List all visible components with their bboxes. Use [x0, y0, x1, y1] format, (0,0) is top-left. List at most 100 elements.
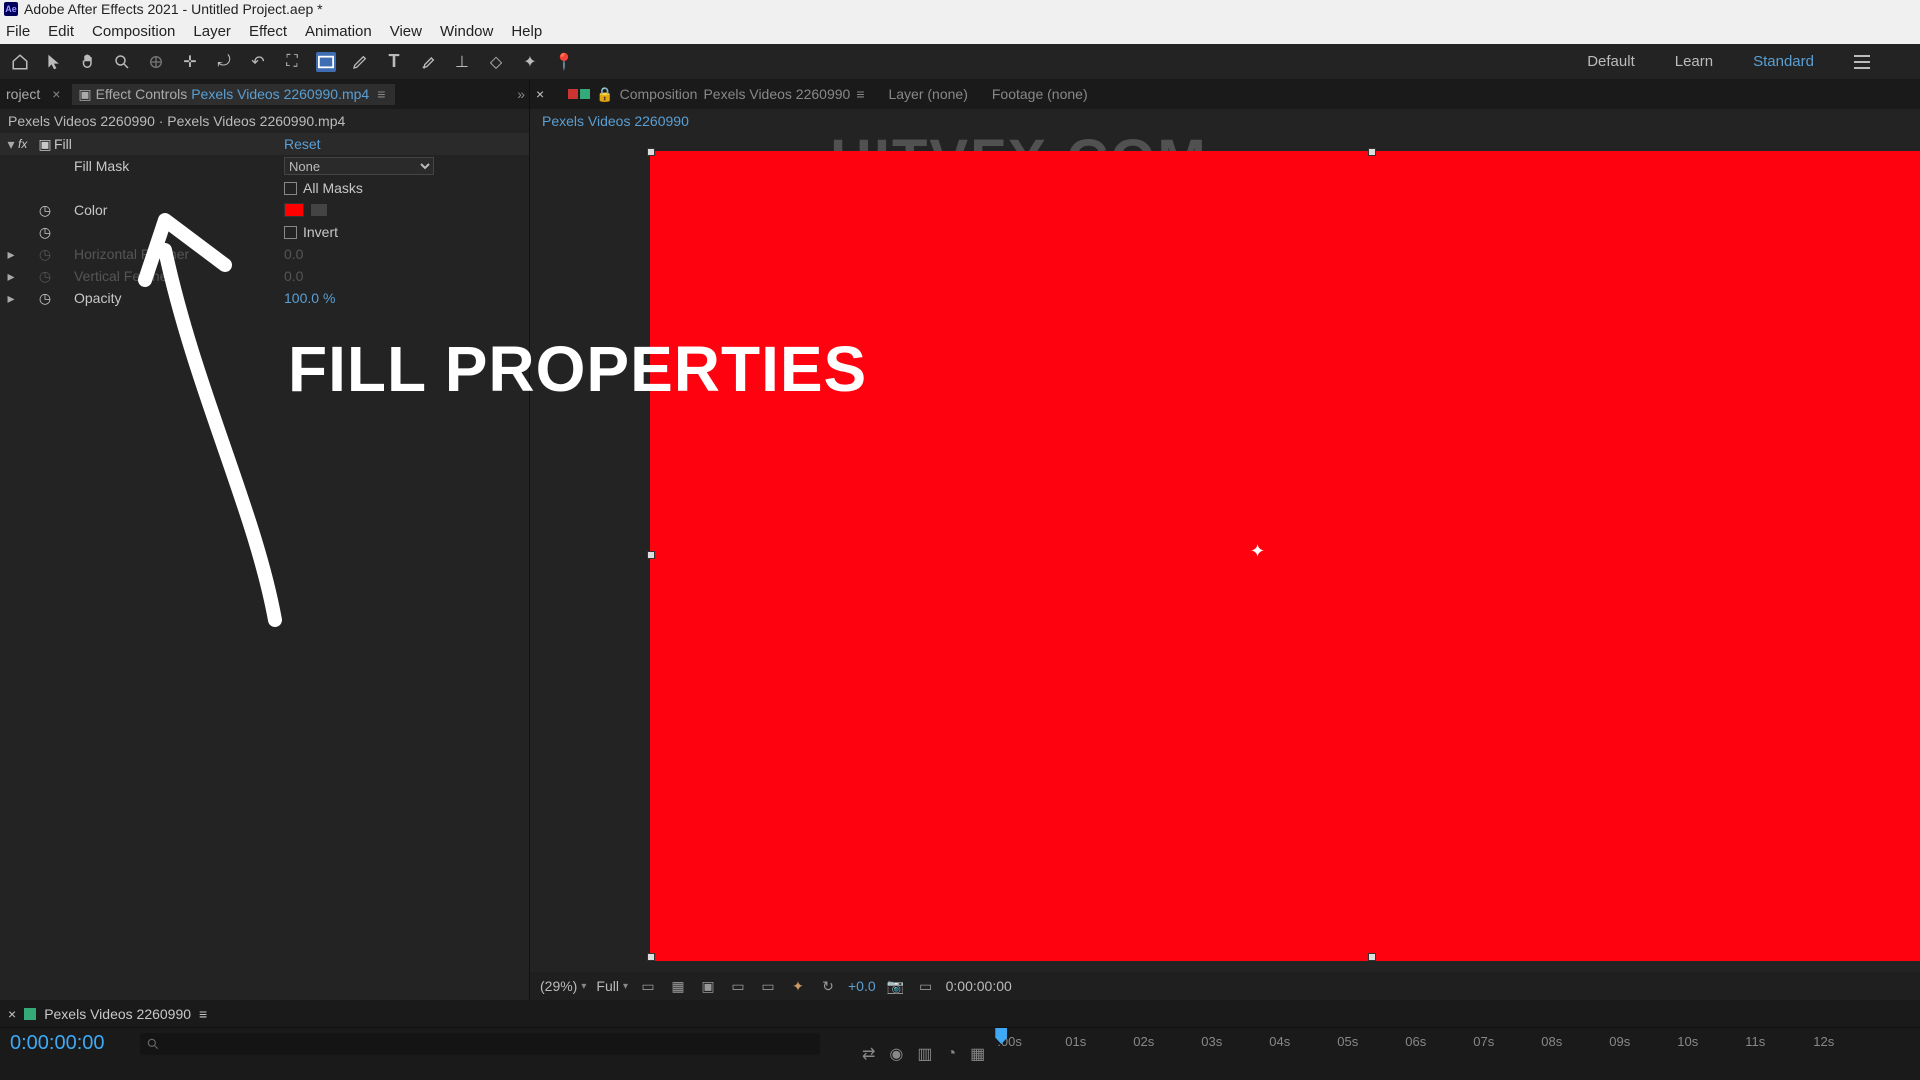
stopwatch-icon[interactable]: ◷: [36, 268, 54, 285]
effect-visibility-icon[interactable]: ▣: [36, 136, 54, 153]
tab-composition[interactable]: 🔒 Composition Pexels Videos 2260990 ≡: [568, 86, 864, 103]
graph-editor-icon[interactable]: ◔: [947, 1045, 957, 1063]
preview-time[interactable]: 0:00:00:00: [946, 978, 1012, 994]
color-swatch[interactable]: [284, 203, 304, 217]
rotate-tool-icon[interactable]: ✛: [180, 52, 200, 72]
brush-tool-icon[interactable]: [418, 52, 438, 72]
transparency-grid-icon[interactable]: ▦: [668, 978, 688, 994]
timeline-tab[interactable]: Pexels Videos 2260990: [44, 1006, 191, 1022]
workspace-learn[interactable]: Learn: [1675, 53, 1713, 70]
shy-toggle-icon[interactable]: ⇄: [862, 1044, 875, 1064]
workspace-standard[interactable]: Standard: [1753, 53, 1814, 70]
tab-layer[interactable]: Layer (none): [888, 86, 967, 102]
composition-viewer-panel: × 🔒 Composition Pexels Videos 2260990 ≡ …: [530, 79, 1920, 1000]
workspace-menu-icon[interactable]: [1854, 55, 1870, 69]
workspace-default[interactable]: Default: [1587, 53, 1635, 70]
menu-file[interactable]: File: [6, 23, 30, 40]
close-icon[interactable]: ×: [48, 86, 64, 102]
puppet-pin-icon[interactable]: 📍: [554, 52, 574, 72]
menu-effect[interactable]: Effect: [249, 23, 287, 40]
exposure-value[interactable]: +0.0: [848, 978, 876, 994]
stopwatch-icon[interactable]: ◷: [36, 290, 54, 307]
invert-checkbox[interactable]: [284, 226, 297, 239]
layer-bounding-box[interactable]: [650, 151, 1920, 961]
menu-layer[interactable]: Layer: [193, 23, 231, 40]
zoom-tool-icon[interactable]: [112, 52, 132, 72]
color-management-icon[interactable]: ✦: [788, 978, 808, 994]
stopwatch-icon[interactable]: ◷: [36, 202, 54, 219]
mask-visibility-icon[interactable]: ▣: [698, 978, 718, 994]
stopwatch-icon[interactable]: ◷: [36, 246, 54, 263]
pen-tool-icon[interactable]: [350, 52, 370, 72]
app-title: Adobe After Effects 2021: [24, 1, 179, 17]
anchor-point-icon[interactable]: ✦: [1250, 541, 1265, 562]
motion-blur-icon[interactable]: ▥: [917, 1044, 932, 1064]
hand-tool-icon[interactable]: [78, 52, 98, 72]
time-ruler[interactable]: :00s 01s 02s 03s 04s 05s 06s 07s 08s 09s…: [997, 1028, 1920, 1080]
effect-controls-panel: roject × ▣ Effect Controls Pexels Videos…: [0, 79, 530, 1000]
transform-handle[interactable]: [1368, 953, 1376, 961]
resolution-dropdown[interactable]: Full▾: [596, 978, 628, 994]
timeline-search[interactable]: [140, 1033, 820, 1055]
clone-stamp-icon[interactable]: ⊥: [452, 52, 472, 72]
eyedropper-icon[interactable]: [310, 203, 328, 217]
tool-bar: ✛ ⤾ ↶ ⛶ T ⊥ ◇ ✦ 📍 Default Learn Standard: [0, 44, 1920, 79]
expand-icon[interactable]: »: [517, 86, 523, 102]
fill-mask-dropdown[interactable]: None: [284, 157, 434, 175]
fx-badge-icon[interactable]: fx: [18, 137, 36, 151]
mask-tool-icon[interactable]: ⛶: [282, 52, 302, 72]
menu-help[interactable]: Help: [511, 23, 542, 40]
home-icon[interactable]: [10, 52, 30, 72]
close-icon[interactable]: ×: [536, 86, 544, 102]
camera-tool-icon[interactable]: ⤾: [214, 52, 234, 72]
opacity-value[interactable]: 100.0 %: [284, 290, 335, 306]
tab-effect-controls[interactable]: ▣ Effect Controls Pexels Videos 2260990.…: [72, 84, 395, 105]
show-snapshot-icon[interactable]: ▭: [916, 978, 936, 994]
frame-blend-icon[interactable]: ◉: [889, 1044, 903, 1064]
transform-handle[interactable]: [647, 148, 655, 156]
menu-window[interactable]: Window: [440, 23, 493, 40]
stopwatch-icon[interactable]: ◷: [36, 224, 54, 241]
reset-exposure-icon[interactable]: ↻: [818, 978, 838, 994]
menu-edit[interactable]: Edit: [48, 23, 74, 40]
tab-footage[interactable]: Footage (none): [992, 86, 1088, 102]
menu-composition[interactable]: Composition: [92, 23, 175, 40]
prop-stopwatch-row: ◷ Invert: [0, 221, 529, 243]
transform-handle[interactable]: [647, 551, 655, 559]
roto-brush-icon[interactable]: ✦: [520, 52, 540, 72]
region-of-interest-icon[interactable]: ▭: [728, 978, 748, 994]
eraser-tool-icon[interactable]: ◇: [486, 52, 506, 72]
channel-icon[interactable]: ▭: [758, 978, 778, 994]
panel-menu-icon[interactable]: ≡: [373, 86, 389, 102]
transform-handle[interactable]: [1368, 148, 1376, 156]
timeline-panel: × Pexels Videos 2260990 ≡ 0:00:00:00 ⇄ ◉…: [0, 1000, 1920, 1080]
rectangle-tool-icon[interactable]: [316, 52, 336, 72]
panel-menu-icon[interactable]: ≡: [199, 1006, 207, 1022]
type-tool-icon[interactable]: T: [384, 52, 404, 72]
tab-project[interactable]: roject: [6, 86, 40, 102]
panel-menu-icon[interactable]: ≡: [856, 86, 864, 102]
reset-button[interactable]: Reset: [284, 136, 321, 152]
menu-view[interactable]: View: [390, 23, 422, 40]
prop-color: ◷ Color: [0, 199, 529, 221]
selection-tool-icon[interactable]: [44, 52, 64, 72]
title-bar: Ae Adobe After Effects 2021 - Untitled P…: [0, 0, 1920, 18]
flow-breadcrumb[interactable]: Pexels Videos 2260990: [530, 109, 1920, 133]
pan-behind-icon[interactable]: ↶: [248, 52, 268, 72]
transform-handle[interactable]: [647, 953, 655, 961]
close-icon[interactable]: ×: [8, 1006, 16, 1022]
snapshot-icon[interactable]: 📷: [886, 978, 906, 994]
render-queue-icon[interactable]: ▦: [970, 1044, 985, 1064]
orbit-tool-icon[interactable]: [146, 52, 166, 72]
fast-preview-icon[interactable]: ▭: [638, 978, 658, 994]
magnification-dropdown[interactable]: (29%)▾: [540, 978, 586, 994]
all-masks-checkbox[interactable]: [284, 182, 297, 195]
lock-icon[interactable]: 🔒: [596, 86, 613, 103]
app-icon: Ae: [4, 2, 18, 16]
prop-h-feather: ▸ ◷ Horizontal Feather 0.0: [0, 243, 529, 265]
viewer-canvas[interactable]: HITVFX.COM ✦: [530, 133, 1920, 972]
effect-fill-header[interactable]: ▾ fx ▣ Fill Reset: [0, 133, 529, 155]
layer-path: Pexels Videos 2260990 · Pexels Videos 22…: [0, 109, 529, 133]
menu-animation[interactable]: Animation: [305, 23, 372, 40]
prop-v-feather: ▸ ◷ Vertical Feather 0.0: [0, 265, 529, 287]
